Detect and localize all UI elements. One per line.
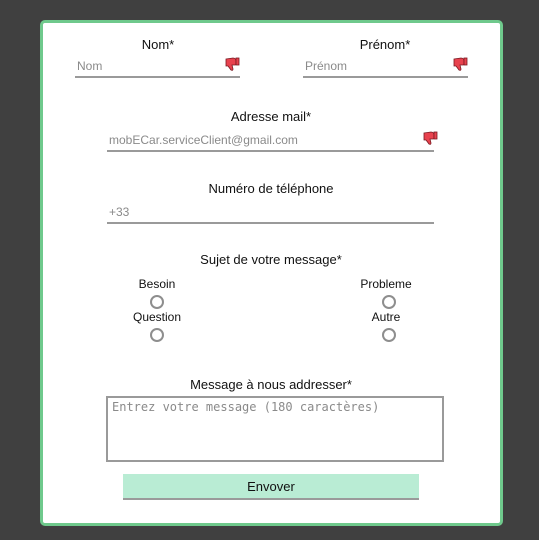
phone-label: Numéro de téléphone xyxy=(208,181,334,196)
phone-input-wrap xyxy=(107,202,434,224)
email-input-wrap xyxy=(107,130,434,152)
message-label: Message à nous addresser* xyxy=(190,377,352,392)
radio-label-question: Question xyxy=(132,310,182,324)
contact-form-card: Nom* Prénom* Adresse mail* Numéro de tél… xyxy=(40,20,503,526)
nom-label: Nom* xyxy=(141,37,175,52)
prenom-input[interactable] xyxy=(303,56,468,76)
email-label: Adresse mail* xyxy=(230,109,312,124)
prenom-input-wrap xyxy=(303,56,468,78)
radio-label-autre: Autre xyxy=(371,310,401,324)
thumbs-down-icon xyxy=(453,57,468,71)
radio-label-besoin: Besoin xyxy=(138,277,176,291)
radio-question[interactable] xyxy=(150,328,164,342)
radio-label-probleme: Probleme xyxy=(360,277,412,291)
subject-label: Sujet de votre message* xyxy=(200,252,342,267)
prenom-label: Prénom* xyxy=(359,37,411,52)
radio-probleme[interactable] xyxy=(382,295,396,309)
thumbs-down-icon xyxy=(423,131,438,145)
nom-input-wrap xyxy=(75,56,240,78)
phone-input[interactable] xyxy=(107,202,434,222)
radio-autre[interactable] xyxy=(382,328,396,342)
submit-button[interactable]: Envover xyxy=(123,474,419,500)
email-input[interactable] xyxy=(107,130,434,150)
thumbs-down-icon xyxy=(225,57,240,71)
nom-input[interactable] xyxy=(75,56,240,76)
message-textarea[interactable] xyxy=(106,396,444,462)
radio-besoin[interactable] xyxy=(150,295,164,309)
